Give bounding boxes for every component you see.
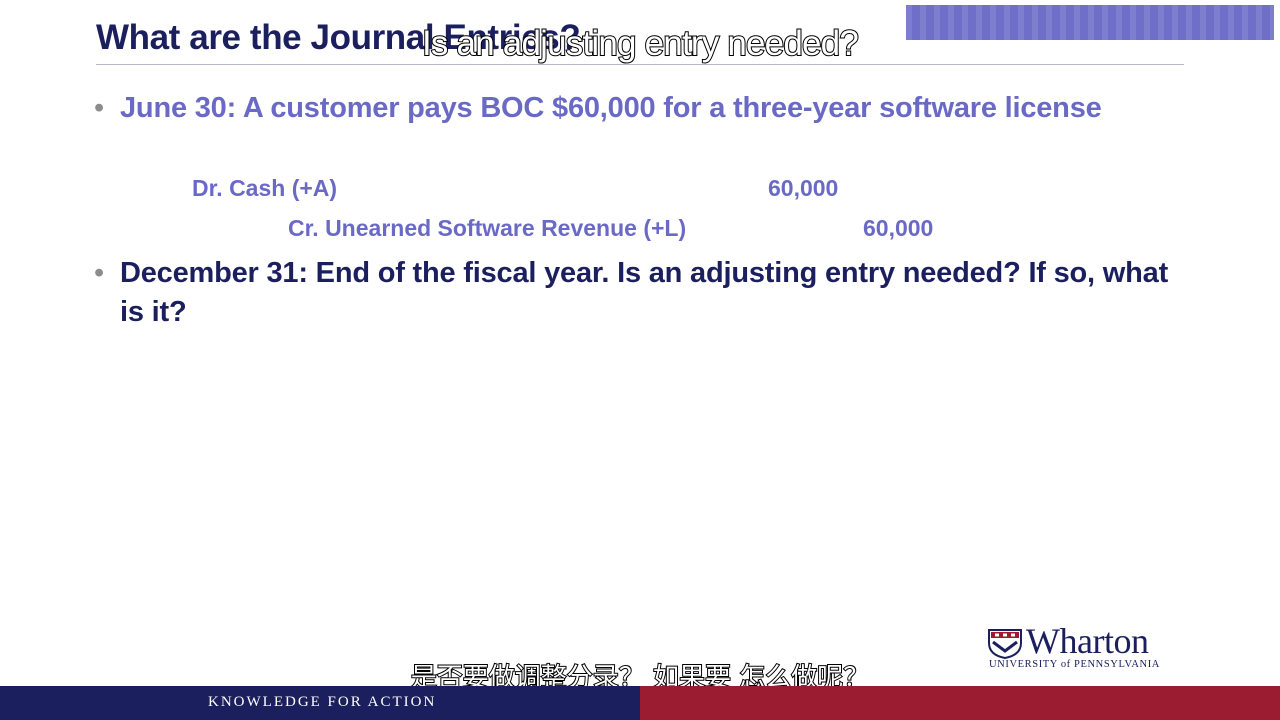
title-divider	[96, 64, 1184, 65]
subtitle-caption-english: Is an adjusting entry needed?	[421, 23, 860, 64]
debit-label: Dr. Cash (+A)	[192, 175, 338, 201]
bullet-text: December 31: End of the fiscal year. Is …	[120, 257, 1169, 328]
credit-label: Cr. Unearned Software Revenue (+L)	[288, 215, 687, 241]
debit-amount: 60,000	[768, 175, 839, 201]
credit-amount: 60,000	[863, 215, 934, 241]
bullet-december-31: • December 31: End of the fiscal year. I…	[94, 254, 1180, 332]
bullet-june-30: • June 30: A customer pays BOC $60,000 f…	[94, 89, 1130, 128]
footer-bar-navy: KNOWLEDGE FOR ACTION	[0, 686, 640, 720]
bullet-text: June 30: A customer pays BOC $60,000 for…	[120, 92, 1102, 124]
footer-tagline: KNOWLEDGE FOR ACTION	[208, 694, 437, 710]
bullet-dot: •	[94, 257, 104, 289]
slide: What are the Journal Entries? Is an adju…	[0, 0, 1280, 720]
penn-shield-icon	[988, 629, 1022, 659]
footer-bar-crimson	[640, 686, 1280, 720]
bullet-dot: •	[94, 92, 104, 124]
logo-wordmark: Wharton	[1026, 621, 1149, 661]
